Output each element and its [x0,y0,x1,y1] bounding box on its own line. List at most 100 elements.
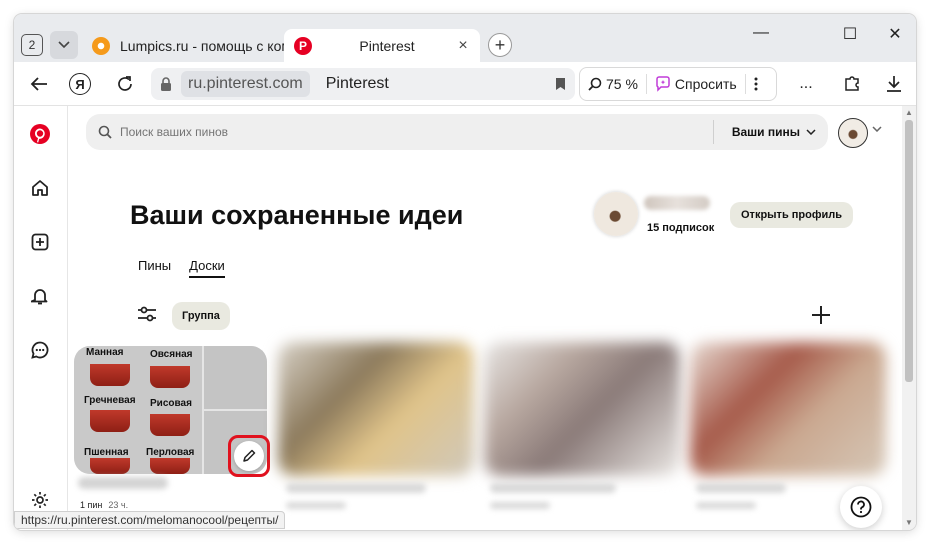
lumpics-favicon-icon [92,36,110,55]
address-toolbar: Я ru.pinterest.com Pinterest 75 % Спроси… [14,62,916,106]
zoom-button[interactable]: 75 % [580,68,646,100]
group-filter-chip[interactable]: Группа [172,302,230,330]
page-scrollbar[interactable]: ▲ ▼ [902,106,916,530]
grain-label: Перловая [146,447,195,458]
minimize-button[interactable]: — [746,24,776,42]
edit-board-button[interactable] [234,441,264,471]
pot-image [90,364,130,386]
grain-label: Пшенная [84,447,129,458]
scrollbar-thumb[interactable] [905,120,913,382]
tab-bar: 2 Lumpics.ru - помощь с ком P Pinterest … [14,14,916,62]
board-thumb [204,346,267,409]
your-pins-label: Ваши пины [731,125,800,139]
board-name-blurred [78,477,168,489]
plus-icon[interactable] [810,304,832,326]
grain-label: Рисовая [150,398,192,409]
chevron-down-icon[interactable] [872,126,882,132]
yandex-button[interactable]: Я [69,73,91,95]
puzzle-icon [845,76,859,91]
url-text[interactable]: ru.pinterest.com [181,71,310,97]
profile-name-blurred [644,196,710,210]
chevron-down-icon [58,41,70,49]
reload-button[interactable] [112,71,138,97]
board-meta-blurred [286,502,346,509]
board-caption-blurred [696,483,786,493]
board-updated-time: 23 ч. [108,500,129,510]
settings-gear-icon[interactable] [28,488,52,512]
board-caption-blurred [286,483,426,493]
extensions-button[interactable] [840,73,864,95]
pot-image [90,410,130,432]
pencil-icon [243,449,256,462]
scroll-down-arrow[interactable]: ▼ [905,518,913,527]
zoom-ask-panel: 75 % Спросить [579,67,777,101]
downloads-button[interactable] [882,73,906,95]
new-tab-button[interactable]: + [488,33,512,57]
pinterest-favicon-icon: P [294,36,312,55]
back-button[interactable] [26,71,52,97]
board-cover-image: Манная Овсяная Гречневая Рисовая Пшенная… [74,346,202,474]
link-status-bar: https://ru.pinterest.com/melomanocool/ре… [14,511,286,529]
board-card-blurred[interactable] [278,342,474,476]
vertical-dots-icon [754,77,758,91]
chevron-down-icon [806,129,816,135]
pot-image [90,458,130,474]
ask-label: Спросить [674,76,737,92]
subscriptions-count[interactable]: 15 подписок [647,222,714,234]
board-card-blurred[interactable] [690,342,886,476]
pinterest-logo-icon[interactable] [28,122,52,146]
create-icon[interactable] [28,230,52,254]
pins-search-bar: Ваши пины [86,114,828,150]
tab-count-button[interactable]: 2 [21,34,43,56]
menu-button[interactable] [746,68,766,100]
filter-sliders-icon[interactable] [136,304,158,324]
question-mark-icon [850,496,872,518]
tab-pinterest[interactable]: P Pinterest × [284,29,480,62]
scroll-up-arrow[interactable]: ▲ [905,108,913,117]
lock-icon [151,77,181,91]
download-icon [887,76,901,92]
tab-lumpics[interactable]: Lumpics.ru - помощь с ком [84,29,284,62]
help-button[interactable] [840,486,882,528]
zoom-level: 75 % [606,76,638,92]
pinterest-page: Ваши пины Ваши сохраненные идеи 15 подпи… [14,106,916,530]
bell-icon[interactable] [28,284,52,308]
page-heading: Ваши сохраненные идеи [130,200,464,230]
reload-icon [118,76,132,91]
zoom-icon [588,77,602,91]
board-card-blurred[interactable] [484,342,680,476]
grain-label: Овсяная [150,349,193,360]
search-input[interactable] [120,125,713,139]
board-meta-blurred [490,502,550,509]
profile-avatar[interactable] [594,192,638,236]
address-bar[interactable]: ru.pinterest.com Pinterest [151,68,575,100]
tab-list-button[interactable] [50,31,78,59]
ask-button[interactable]: Спросить [647,68,745,100]
content-tabs: Пины Доски [138,258,225,278]
more-button[interactable]: ... [794,73,818,95]
search-icon [90,125,120,139]
tab-pins[interactable]: Пины [138,258,171,278]
pot-image [150,414,190,436]
tab-close-button[interactable]: × [452,37,474,55]
user-avatar[interactable] [838,118,868,148]
bookmark-icon[interactable] [545,77,575,91]
pot-image [150,458,190,474]
close-window-button[interactable]: ✕ [880,24,910,44]
open-profile-button[interactable]: Открыть профиль [730,202,853,228]
arrow-left-icon [30,77,47,91]
pinterest-sidebar [14,106,68,530]
messages-icon[interactable] [28,338,52,362]
maximize-button[interactable]: ☐ [835,24,865,44]
home-icon[interactable] [28,176,52,200]
your-pins-dropdown[interactable]: Ваши пины [714,125,828,139]
board-caption-blurred [490,483,616,493]
grain-label: Манная [86,347,124,358]
tab-title: Pinterest [359,37,415,54]
tab-boards[interactable]: Доски [189,258,225,278]
board-meta-blurred [696,502,756,509]
board-pin-count: 1 пин [80,500,103,510]
alice-chat-icon [656,76,670,92]
tab-title: Lumpics.ru - помощь с ком [120,37,284,54]
browser-window: 2 Lumpics.ru - помощь с ком P Pinterest … [14,14,916,530]
